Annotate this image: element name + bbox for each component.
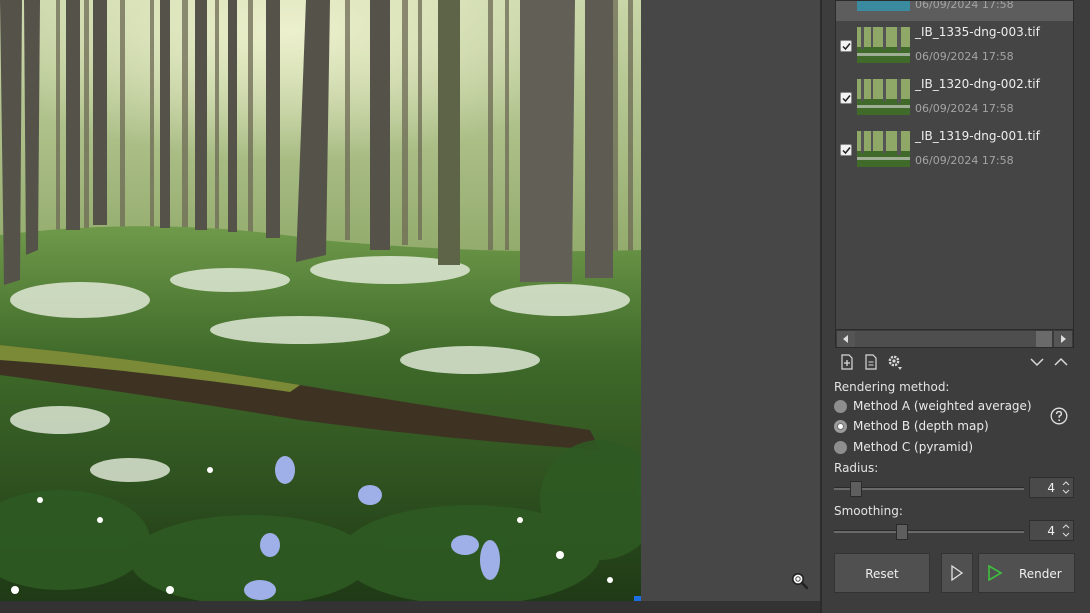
radius-value: 4 — [1047, 481, 1055, 495]
rendering-method-label: Rendering method: — [834, 380, 950, 394]
radio-button[interactable] — [834, 441, 847, 454]
file-list-item[interactable]: _IB_1335-dng-003.tif 06/09/2024 17:58 — [836, 21, 1073, 73]
smoothing-slider-handle[interactable] — [896, 524, 908, 540]
arrow-left-icon — [843, 335, 848, 343]
spin-arrows-icon[interactable] — [1059, 478, 1073, 497]
radius-slider[interactable] — [834, 481, 1024, 497]
file-checkbox[interactable] — [840, 40, 852, 52]
forest-photo — [0, 0, 641, 601]
file-date: 06/09/2024 17:58 — [915, 154, 1014, 167]
file-name: _IB_1320-dng-002.tif — [915, 77, 1040, 91]
radio-button[interactable] — [834, 400, 847, 413]
horizontal-scrollbar[interactable] — [836, 329, 1073, 347]
scroll-left-button[interactable] — [837, 331, 855, 347]
file-name: _IB_1319-dng-001.tif — [915, 129, 1040, 143]
radio-label: Method C (pyramid) — [853, 440, 974, 454]
smoothing-value: 4 — [1047, 524, 1055, 538]
arrow-right-icon — [1061, 335, 1066, 343]
radius-spinbox[interactable]: 4 — [1029, 477, 1074, 498]
render-button-label: Render — [1019, 567, 1062, 581]
file-date: 06/09/2024 17:58 — [915, 102, 1014, 115]
file-checkbox[interactable] — [840, 144, 852, 156]
smoothing-slider[interactable] — [834, 524, 1024, 540]
file-thumbnail — [857, 131, 910, 167]
render-button[interactable]: Render — [978, 553, 1075, 593]
file-date: 06/09/2024 17:58 — [915, 0, 1014, 11]
settings-icon[interactable] — [886, 353, 904, 371]
radius-label: Radius: — [834, 461, 879, 475]
file-thumbnail — [857, 1, 910, 11]
status-strip — [0, 601, 820, 613]
scroll-thumb[interactable] — [855, 331, 1036, 347]
spin-arrows-icon[interactable] — [1059, 521, 1073, 540]
file-list-toolbar — [835, 351, 1074, 373]
reset-button[interactable]: Reset — [834, 553, 930, 593]
radio-label: Method A (weighted average) — [853, 399, 1032, 413]
play-outline-icon — [951, 564, 964, 582]
image-preview[interactable] — [0, 0, 641, 601]
add-file-icon[interactable] — [838, 353, 856, 371]
file-checkbox[interactable] — [840, 92, 852, 104]
file-date: 06/09/2024 17:58 — [915, 50, 1014, 63]
radius-slider-handle[interactable] — [850, 481, 862, 497]
play-icon — [988, 564, 1003, 582]
smoothing-label: Smoothing: — [834, 504, 903, 518]
file-list-item[interactable]: 06/09/2024 17:58 — [836, 0, 1073, 21]
help-icon[interactable] — [1050, 407, 1068, 425]
right-panel: 06/09/2024 17:58 _IB_1335-dng-003.tif 06… — [822, 0, 1090, 613]
scroll-track[interactable] — [1036, 331, 1052, 347]
file-list-item[interactable]: _IB_1319-dng-001.tif 06/09/2024 17:58 — [836, 125, 1073, 177]
radio-button[interactable] — [834, 420, 847, 433]
file-name: _IB_1335-dng-003.tif — [915, 25, 1040, 39]
file-thumbnail — [857, 79, 910, 115]
app-window: 06/09/2024 17:58 _IB_1335-dng-003.tif 06… — [0, 0, 1090, 613]
chevron-down-icon[interactable] — [1028, 353, 1046, 371]
smoothing-spinbox[interactable]: 4 — [1029, 520, 1074, 541]
preview-render-button[interactable] — [941, 553, 973, 593]
file-thumbnail — [857, 27, 910, 63]
file-icon[interactable] — [862, 353, 880, 371]
zoom-icon[interactable] — [791, 572, 809, 590]
reset-button-label: Reset — [865, 567, 899, 581]
file-list[interactable]: 06/09/2024 17:58 _IB_1335-dng-003.tif 06… — [835, 0, 1074, 348]
radio-label: Method B (depth map) — [853, 419, 989, 433]
chevron-up-icon[interactable] — [1052, 353, 1070, 371]
file-list-item[interactable]: _IB_1320-dng-002.tif 06/09/2024 17:58 — [836, 73, 1073, 125]
scroll-right-button[interactable] — [1054, 331, 1072, 347]
preview-background — [641, 0, 820, 601]
